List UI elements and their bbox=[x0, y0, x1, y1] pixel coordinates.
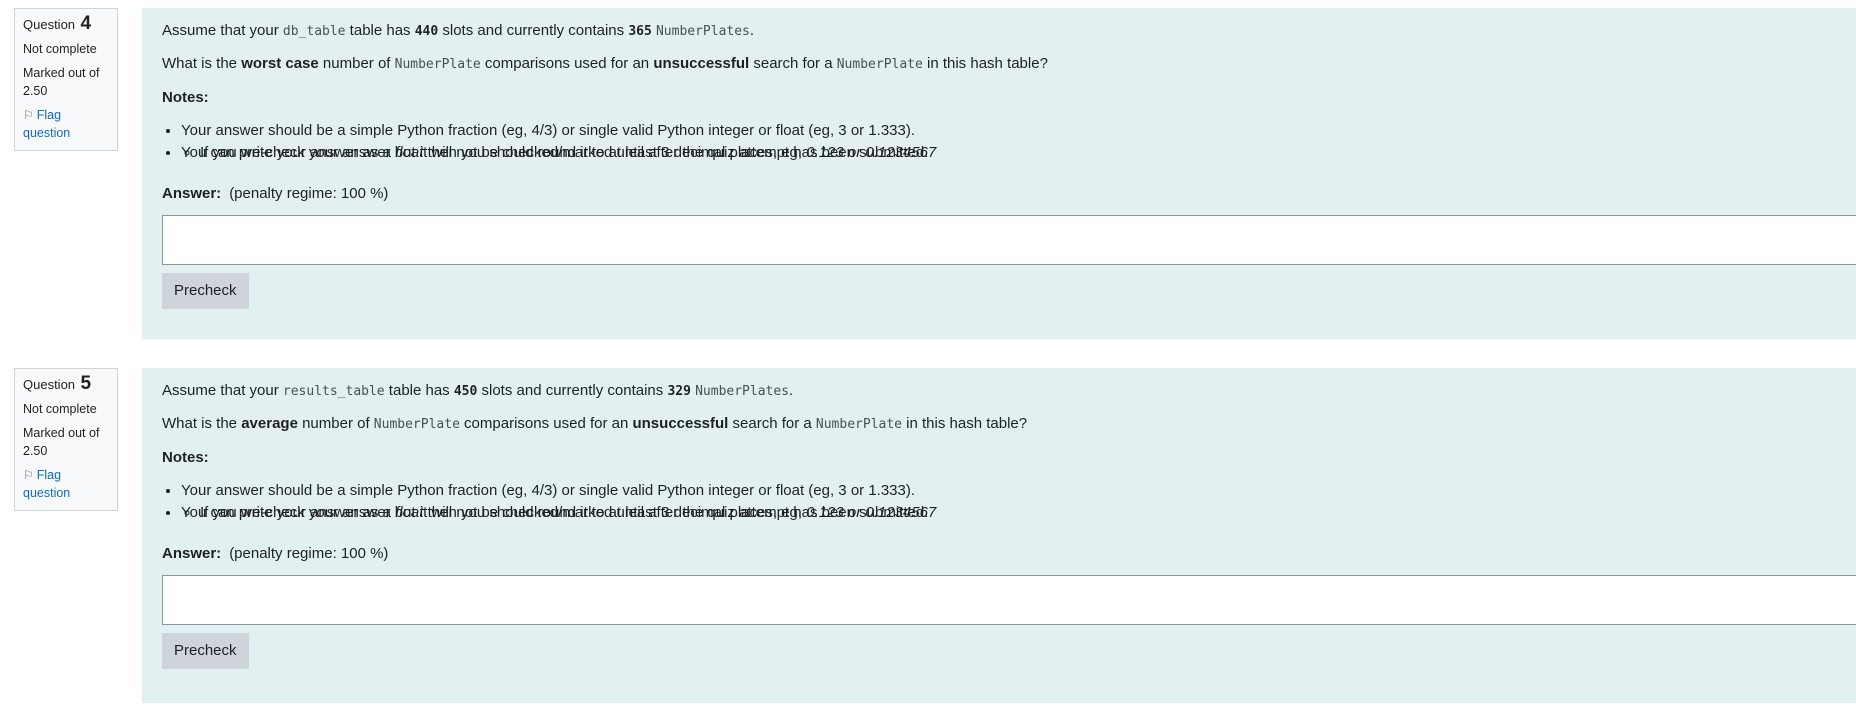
note-item: You can pre-check your answer but it wil… bbox=[181, 502, 1856, 524]
question-number: Question 4 bbox=[23, 13, 109, 34]
note-text: Your answer should be a simple Python fr… bbox=[181, 122, 916, 139]
notes-list: Your answer should be a simple Python fr… bbox=[162, 480, 1856, 524]
type-name: NumberPlate bbox=[394, 57, 481, 72]
text: What is the bbox=[162, 415, 242, 432]
note-item: Your answer should be a simple Python fr… bbox=[181, 480, 1856, 521]
text: in this hash table? bbox=[922, 55, 1048, 72]
text: number of bbox=[318, 55, 395, 72]
emphasis: worst case bbox=[241, 55, 319, 72]
text: search for a bbox=[728, 415, 816, 432]
question-info-panel: Question 4 Not complete Marked out of 2.… bbox=[14, 8, 118, 151]
table-name: results_table bbox=[282, 384, 385, 399]
note-text: Your answer should be a simple Python fr… bbox=[181, 482, 916, 499]
question-label: Question bbox=[23, 377, 76, 392]
text: . bbox=[749, 22, 755, 39]
penalty-regime: (penalty regime: 100 %) bbox=[229, 545, 389, 562]
text: search for a bbox=[749, 55, 837, 72]
question-prompt: What is the average number of NumberPlat… bbox=[162, 414, 1856, 434]
slot-count: 450 bbox=[453, 384, 478, 399]
text: comparisons used for an bbox=[480, 55, 654, 72]
text: number of bbox=[297, 415, 374, 432]
notes-list: Your answer should be a simple Python fr… bbox=[162, 120, 1856, 164]
flag-question-link[interactable]: ⚐ Flag question bbox=[23, 106, 109, 142]
flag-icon: ⚐ bbox=[23, 468, 34, 482]
text: Assume that your bbox=[162, 22, 283, 39]
question-marks: Marked out of 2.50 bbox=[23, 426, 100, 458]
answer-input[interactable] bbox=[162, 575, 1856, 625]
flag-question-link[interactable]: ⚐ Flag question bbox=[23, 466, 109, 502]
answer-input[interactable] bbox=[162, 215, 1856, 265]
question-label: Question bbox=[23, 17, 76, 32]
item-count: 365 bbox=[628, 24, 652, 39]
text: table has bbox=[384, 382, 454, 399]
text: table has bbox=[345, 22, 415, 39]
question-status: Not complete bbox=[23, 42, 97, 56]
answer-row: Answer: (penalty regime: 100 %) bbox=[162, 184, 1856, 204]
text: slots and currently contains bbox=[477, 382, 668, 399]
question-number: Question 5 bbox=[23, 373, 109, 394]
type-name: NumberPlates bbox=[695, 384, 790, 399]
emphasis: unsuccessful bbox=[653, 55, 750, 72]
text: Assume that your bbox=[162, 382, 283, 399]
precheck-button[interactable]: Precheck bbox=[162, 633, 249, 669]
text: . bbox=[789, 382, 794, 399]
answer-label: Answer: bbox=[162, 545, 222, 562]
type-name: NumberPlates bbox=[655, 24, 750, 39]
notes-heading: Notes: bbox=[162, 89, 209, 106]
item-count: 329 bbox=[667, 384, 691, 399]
text: slots and currently contains bbox=[438, 22, 629, 39]
penalty-regime: (penalty regime: 100 %) bbox=[229, 185, 389, 202]
type-name: NumberPlate bbox=[373, 417, 460, 432]
question-no: 4 bbox=[80, 13, 92, 34]
question-info-panel: Question 5 Not complete Marked out of 2.… bbox=[14, 368, 118, 511]
emphasis: unsuccessful bbox=[632, 415, 729, 432]
question-no: 5 bbox=[80, 373, 92, 394]
emphasis: average bbox=[241, 415, 298, 432]
question-status: Not complete bbox=[23, 402, 97, 416]
answer-label: Answer: bbox=[162, 185, 222, 202]
type-name: NumberPlate bbox=[815, 417, 902, 432]
answer-row: Answer: (penalty regime: 100 %) bbox=[162, 544, 1856, 564]
table-name: db_table bbox=[282, 24, 346, 39]
question-marks: Marked out of 2.50 bbox=[23, 66, 100, 98]
note-item: Your answer should be a simple Python fr… bbox=[181, 120, 1856, 161]
note-item: You can pre-check your answer but it wil… bbox=[181, 142, 1856, 164]
type-name: NumberPlate bbox=[836, 57, 923, 72]
text: comparisons used for an bbox=[459, 415, 633, 432]
question-content: Assume that your db_table table has 440 … bbox=[142, 8, 1856, 339]
notes-heading: Notes: bbox=[162, 449, 209, 466]
note-text: You can pre-check your answer but it wil… bbox=[181, 144, 929, 161]
question-content: Assume that your results_table table has… bbox=[142, 368, 1856, 703]
question-prompt: What is the worst case number of NumberP… bbox=[162, 54, 1856, 74]
text: What is the bbox=[162, 55, 242, 72]
question-statement: Assume that your results_table table has… bbox=[162, 381, 1856, 401]
text: in this hash table? bbox=[902, 415, 1028, 432]
flag-icon: ⚐ bbox=[23, 108, 34, 122]
note-text: You can pre-check your answer but it wil… bbox=[181, 504, 929, 521]
precheck-button[interactable]: Precheck bbox=[162, 273, 249, 309]
question-statement: Assume that your db_table table has 440 … bbox=[162, 21, 1856, 41]
slot-count: 440 bbox=[414, 24, 439, 39]
